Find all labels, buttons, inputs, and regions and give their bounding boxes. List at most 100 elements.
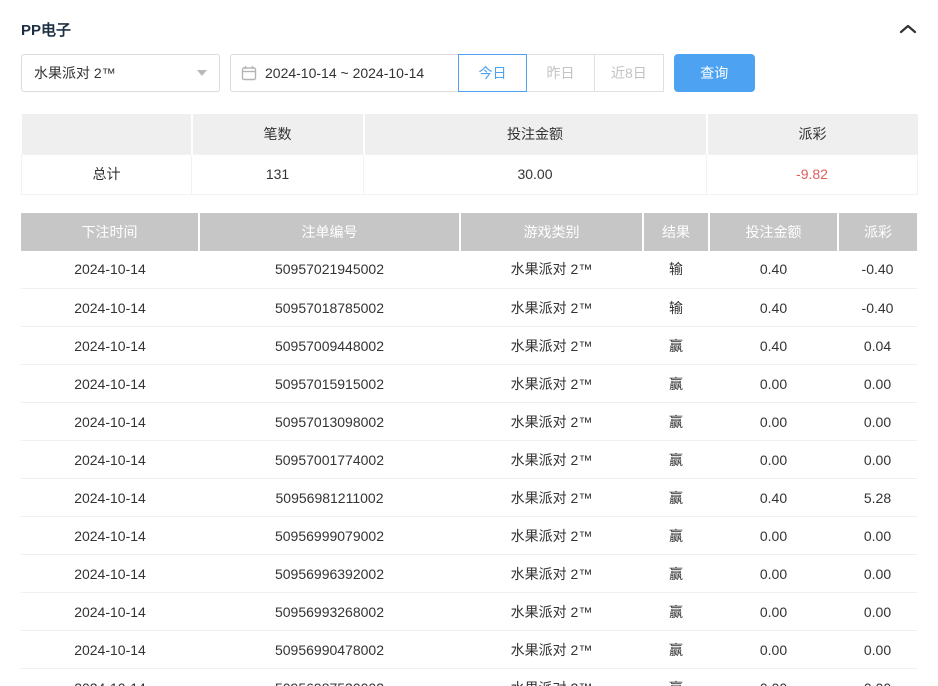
cell-bet-time: 2024-10-14 [21, 441, 199, 479]
game-select[interactable]: 水果派对 2™ [21, 54, 220, 92]
summary-table: 笔数 投注金额 派彩 总计 131 30.00 -9.82 [21, 114, 918, 195]
cell-bet-amount: 0.00 [709, 517, 838, 555]
game-select-value: 水果派对 2™ [34, 63, 116, 83]
cell-order-id: 50957013098002 [199, 403, 460, 441]
cell-payout: 0.00 [838, 365, 917, 403]
cell-order-id: 50956999079002 [199, 517, 460, 555]
cell-order-id: 50956996392002 [199, 555, 460, 593]
cell-bet-time: 2024-10-14 [21, 327, 199, 365]
summary-total-label: 总计 [22, 154, 192, 194]
cell-game-type: 水果派对 2™ [460, 517, 643, 555]
cell-bet-amount: 0.00 [709, 403, 838, 441]
cell-payout: 0.00 [838, 631, 917, 669]
summary-total-count: 131 [192, 154, 364, 194]
cell-bet-time: 2024-10-14 [21, 555, 199, 593]
quick-range-group: 今日昨日近8日 [459, 54, 664, 92]
quick-range-button-2[interactable]: 近8日 [594, 54, 664, 92]
cell-bet-amount: 0.00 [709, 631, 838, 669]
cell-bet-amount: 0.40 [709, 479, 838, 517]
cell-bet-time: 2024-10-14 [21, 517, 199, 555]
cell-bet-amount: 0.40 [709, 327, 838, 365]
cell-order-id: 50956993268002 [199, 593, 460, 631]
cell-result: 赢 [643, 327, 709, 365]
header-bet-time: 下注时间 [21, 213, 199, 251]
header-result: 结果 [643, 213, 709, 251]
cell-bet-time: 2024-10-14 [21, 593, 199, 631]
cell-payout: 0.04 [838, 327, 917, 365]
quick-range-button-1[interactable]: 昨日 [526, 54, 595, 92]
bet-table-body: 2024-10-1450957021945002水果派对 2™输0.40-0.4… [21, 251, 917, 686]
cell-payout: 0.00 [838, 517, 917, 555]
header-payout: 派彩 [838, 213, 917, 251]
cell-game-type: 水果派对 2™ [460, 327, 643, 365]
cell-order-id: 50957021945002 [199, 251, 460, 289]
bet-records-table: 下注时间 注单编号 游戏类别 结果 投注金额 派彩 2024-10-145095… [21, 213, 917, 686]
cell-game-type: 水果派对 2™ [460, 365, 643, 403]
cell-order-id: 50957018785002 [199, 289, 460, 327]
date-range-input[interactable]: 2024-10-14 ~ 2024-10-14 [230, 54, 459, 92]
bet-table-header-row: 下注时间 注单编号 游戏类别 结果 投注金额 派彩 [21, 213, 917, 251]
cell-order-id: 50956987530002 [199, 669, 460, 686]
cell-payout: 0.00 [838, 403, 917, 441]
cell-game-type: 水果派对 2™ [460, 251, 643, 289]
cell-result: 赢 [643, 403, 709, 441]
table-row: 2024-10-1450956990478002水果派对 2™赢0.000.00 [21, 631, 917, 669]
cell-payout: 0.00 [838, 441, 917, 479]
cell-game-type: 水果派对 2™ [460, 669, 643, 686]
cell-bet-time: 2024-10-14 [21, 479, 199, 517]
table-row: 2024-10-1450956993268002水果派对 2™赢0.000.00 [21, 593, 917, 631]
cell-result: 赢 [643, 365, 709, 403]
cell-result: 赢 [643, 517, 709, 555]
summary-header-count: 笔数 [192, 114, 364, 154]
table-row: 2024-10-1450957001774002水果派对 2™赢0.000.00 [21, 441, 917, 479]
cell-order-id: 50956990478002 [199, 631, 460, 669]
cell-game-type: 水果派对 2™ [460, 403, 643, 441]
cell-bet-time: 2024-10-14 [21, 365, 199, 403]
cell-bet-time: 2024-10-14 [21, 669, 199, 686]
cell-payout: 5.28 [838, 479, 917, 517]
table-row: 2024-10-1450957021945002水果派对 2™输0.40-0.4… [21, 251, 917, 289]
chevron-up-icon[interactable] [899, 23, 917, 35]
cell-game-type: 水果派对 2™ [460, 593, 643, 631]
summary-total-row: 总计 131 30.00 -9.82 [22, 154, 918, 194]
cell-payout: 0.00 [838, 593, 917, 631]
panel-title: PP电子 [21, 19, 71, 40]
search-button[interactable]: 查询 [674, 54, 755, 92]
cell-result: 赢 [643, 669, 709, 686]
cell-game-type: 水果派对 2™ [460, 479, 643, 517]
cell-result: 赢 [643, 479, 709, 517]
cell-order-id: 50957001774002 [199, 441, 460, 479]
summary-total-payout: -9.82 [707, 154, 918, 194]
table-row: 2024-10-1450956981211002水果派对 2™赢0.405.28 [21, 479, 917, 517]
cell-payout: 0.00 [838, 669, 917, 686]
cell-bet-amount: 0.00 [709, 365, 838, 403]
summary-header-row: 笔数 投注金额 派彩 [22, 114, 918, 154]
calendar-icon [241, 65, 257, 81]
filter-controls: 水果派对 2™ 2024-10-14 ~ 2024-10-14 今日昨日近8日 … [21, 54, 917, 92]
cell-bet-amount: 0.00 [709, 669, 838, 686]
cell-bet-time: 2024-10-14 [21, 631, 199, 669]
summary-total-bet-amount: 30.00 [364, 154, 707, 194]
table-row: 2024-10-1450956999079002水果派对 2™赢0.000.00 [21, 517, 917, 555]
cell-bet-time: 2024-10-14 [21, 289, 199, 327]
cell-payout: -0.40 [838, 251, 917, 289]
table-row: 2024-10-1450956996392002水果派对 2™赢0.000.00 [21, 555, 917, 593]
cell-bet-amount: 0.00 [709, 441, 838, 479]
table-row: 2024-10-1450957018785002水果派对 2™输0.40-0.4… [21, 289, 917, 327]
cell-game-type: 水果派对 2™ [460, 555, 643, 593]
header-game-type: 游戏类别 [460, 213, 643, 251]
cell-payout: -0.40 [838, 289, 917, 327]
summary-header-bet-amount: 投注金额 [364, 114, 707, 154]
table-row: 2024-10-1450957013098002水果派对 2™赢0.000.00 [21, 403, 917, 441]
date-range-value: 2024-10-14 ~ 2024-10-14 [265, 65, 424, 81]
table-row: 2024-10-1450957015915002水果派对 2™赢0.000.00 [21, 365, 917, 403]
cell-bet-time: 2024-10-14 [21, 251, 199, 289]
header-order-id: 注单编号 [199, 213, 460, 251]
summary-header-blank [22, 114, 192, 154]
table-row: 2024-10-1450956987530002水果派对 2™赢0.000.00 [21, 669, 917, 686]
cell-result: 输 [643, 289, 709, 327]
cell-result: 赢 [643, 555, 709, 593]
cell-bet-amount: 0.00 [709, 593, 838, 631]
cell-result: 赢 [643, 631, 709, 669]
quick-range-button-0[interactable]: 今日 [458, 54, 527, 92]
